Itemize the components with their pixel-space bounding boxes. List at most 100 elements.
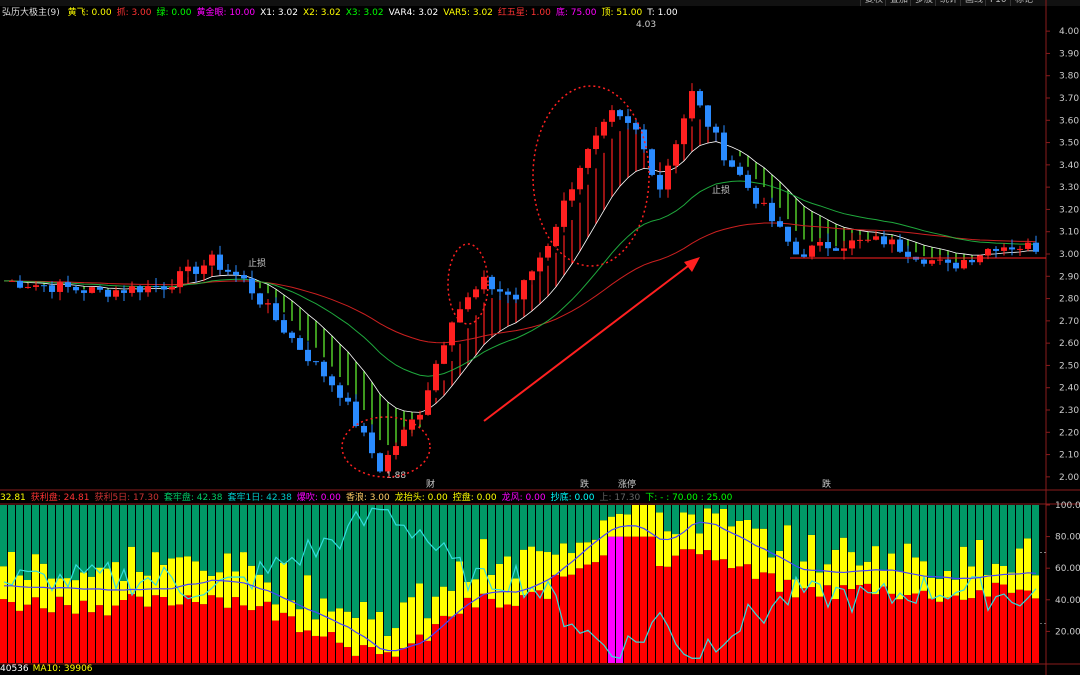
candle-body — [737, 166, 743, 175]
profit-bar — [592, 562, 599, 663]
trapped-bar — [288, 505, 295, 601]
profit-bar — [88, 612, 95, 663]
candle-body — [945, 259, 951, 263]
profit-bar — [912, 593, 919, 663]
mid-bar — [88, 576, 95, 613]
trapped-bar — [432, 505, 439, 597]
profit-bar — [928, 598, 935, 663]
mid-bar — [704, 508, 711, 551]
profit-bar — [72, 613, 79, 663]
mid-bar — [720, 508, 727, 560]
profit-bar — [184, 595, 191, 663]
profit-bar — [896, 599, 903, 663]
trapped-bar — [720, 505, 727, 509]
mid-bar — [840, 537, 847, 586]
sub-legend-item: 香浪: 3.00 — [345, 493, 390, 503]
mid-bar — [1032, 575, 1039, 599]
profit-bar — [0, 599, 7, 663]
candle-body — [649, 149, 655, 175]
ribbon-edge — [3, 141, 1037, 413]
candle-body — [961, 260, 967, 269]
profit-bar — [264, 601, 271, 663]
mid-bar — [960, 546, 967, 600]
trapped-bar — [400, 505, 407, 603]
candle-body — [809, 245, 815, 257]
trapped-bar — [264, 505, 271, 583]
candle-body — [937, 259, 943, 261]
profit-bar — [560, 576, 567, 663]
trapped-bar — [168, 505, 175, 559]
trapped-bar — [480, 505, 487, 540]
profit-bar — [656, 566, 663, 663]
profit-bar — [880, 586, 887, 663]
candle-body — [769, 202, 775, 222]
mid-bar — [752, 528, 759, 579]
mid-bar — [328, 611, 335, 633]
mid-bar — [72, 580, 79, 614]
profit-bar — [472, 607, 479, 663]
footer-item: 40536 — [0, 664, 29, 674]
profit-bar — [808, 587, 815, 663]
highlight-circle — [532, 85, 650, 267]
profit-bar — [832, 598, 839, 663]
price-chart[interactable]: 4.00 3.90 3.80 3.70 3.60 3.50 3.40 3.30 3.20 3.10… — [0, 0, 1080, 675]
candle-body — [185, 266, 191, 272]
candle-body — [113, 290, 119, 297]
trapped-bar — [848, 505, 855, 553]
trapped-bar — [184, 505, 191, 557]
trapped-bar — [936, 505, 943, 579]
trapped-bar — [816, 505, 823, 573]
mid-bar — [416, 583, 423, 635]
profit-bar — [752, 578, 759, 663]
stop-loss-label: 止损 — [248, 257, 266, 269]
candle-body — [905, 251, 911, 257]
trapped-bar — [768, 505, 775, 558]
profit-bar — [576, 568, 583, 663]
profit-bar — [224, 607, 231, 663]
y-tick-label: 2.40 — [1059, 384, 1079, 394]
mid-bar — [24, 580, 31, 605]
mid-bar — [80, 572, 87, 601]
profit-bar — [936, 601, 943, 663]
profit-bar — [520, 595, 527, 663]
y-tick-label: 2.90 — [1059, 272, 1079, 282]
profit-bar — [304, 630, 311, 663]
candle-body — [1001, 247, 1007, 251]
profit-bar — [280, 612, 287, 663]
high-price-label: 4.03 — [636, 20, 656, 30]
candle-body — [481, 276, 487, 290]
candle-body — [465, 297, 471, 310]
trapped-bar — [528, 505, 535, 547]
trapped-bar — [144, 505, 151, 576]
candle-body — [385, 454, 391, 472]
mid-bar — [184, 556, 191, 596]
candle-body — [721, 132, 727, 161]
candle-body — [225, 269, 231, 272]
profit-bar — [816, 596, 823, 663]
y-tick-label: 3.10 — [1059, 228, 1079, 238]
profit-bar — [976, 590, 983, 663]
candle-body — [89, 287, 95, 293]
candle-body — [217, 254, 223, 270]
candle-body — [313, 361, 319, 363]
trapped-bar — [1008, 505, 1015, 573]
profit-bar — [464, 597, 471, 663]
profit-bar — [312, 635, 319, 663]
trapped-bar — [624, 505, 631, 515]
trapped-bar — [560, 505, 567, 544]
trapped-bar — [8, 505, 15, 552]
profit-bar — [240, 605, 247, 663]
trapped-bar — [312, 505, 319, 620]
trapped-bar — [808, 505, 815, 535]
sub-legend-item: 下: - : 70.00 : 25.00 — [645, 493, 733, 503]
mid-bar — [336, 608, 343, 643]
profit-bar — [56, 596, 63, 663]
profit-bar — [872, 594, 879, 663]
mid-bar — [216, 572, 223, 598]
y-tick-label: 3.20 — [1059, 205, 1079, 215]
profit-bar — [776, 591, 783, 663]
mid-bar — [592, 539, 599, 563]
candle-body — [321, 361, 327, 377]
y-tick-label: 60.00 — [1055, 564, 1080, 574]
trapped-bar — [664, 505, 671, 532]
